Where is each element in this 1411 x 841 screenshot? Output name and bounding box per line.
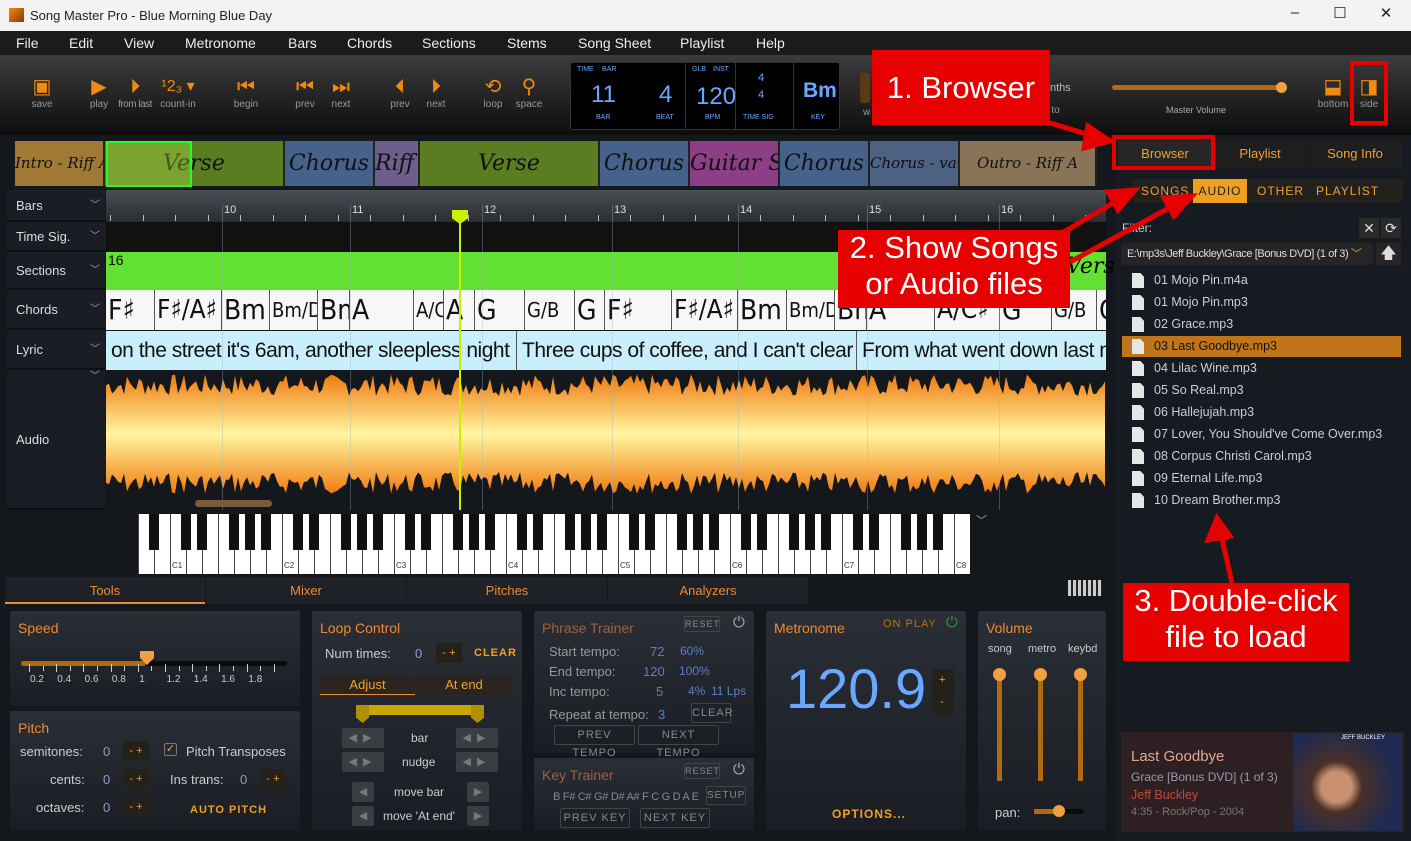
highlight-browser-tab — [1112, 135, 1215, 170]
annotation-double-click: 3. Double-click file to load — [1123, 583, 1349, 661]
highlight-side-button — [1350, 61, 1388, 125]
annotation-arrows — [1039, 117, 1235, 584]
annotation-browser: 1. Browser — [872, 50, 1050, 125]
annotation-show-songs: 2. Show Songs or Audio files — [838, 230, 1070, 308]
